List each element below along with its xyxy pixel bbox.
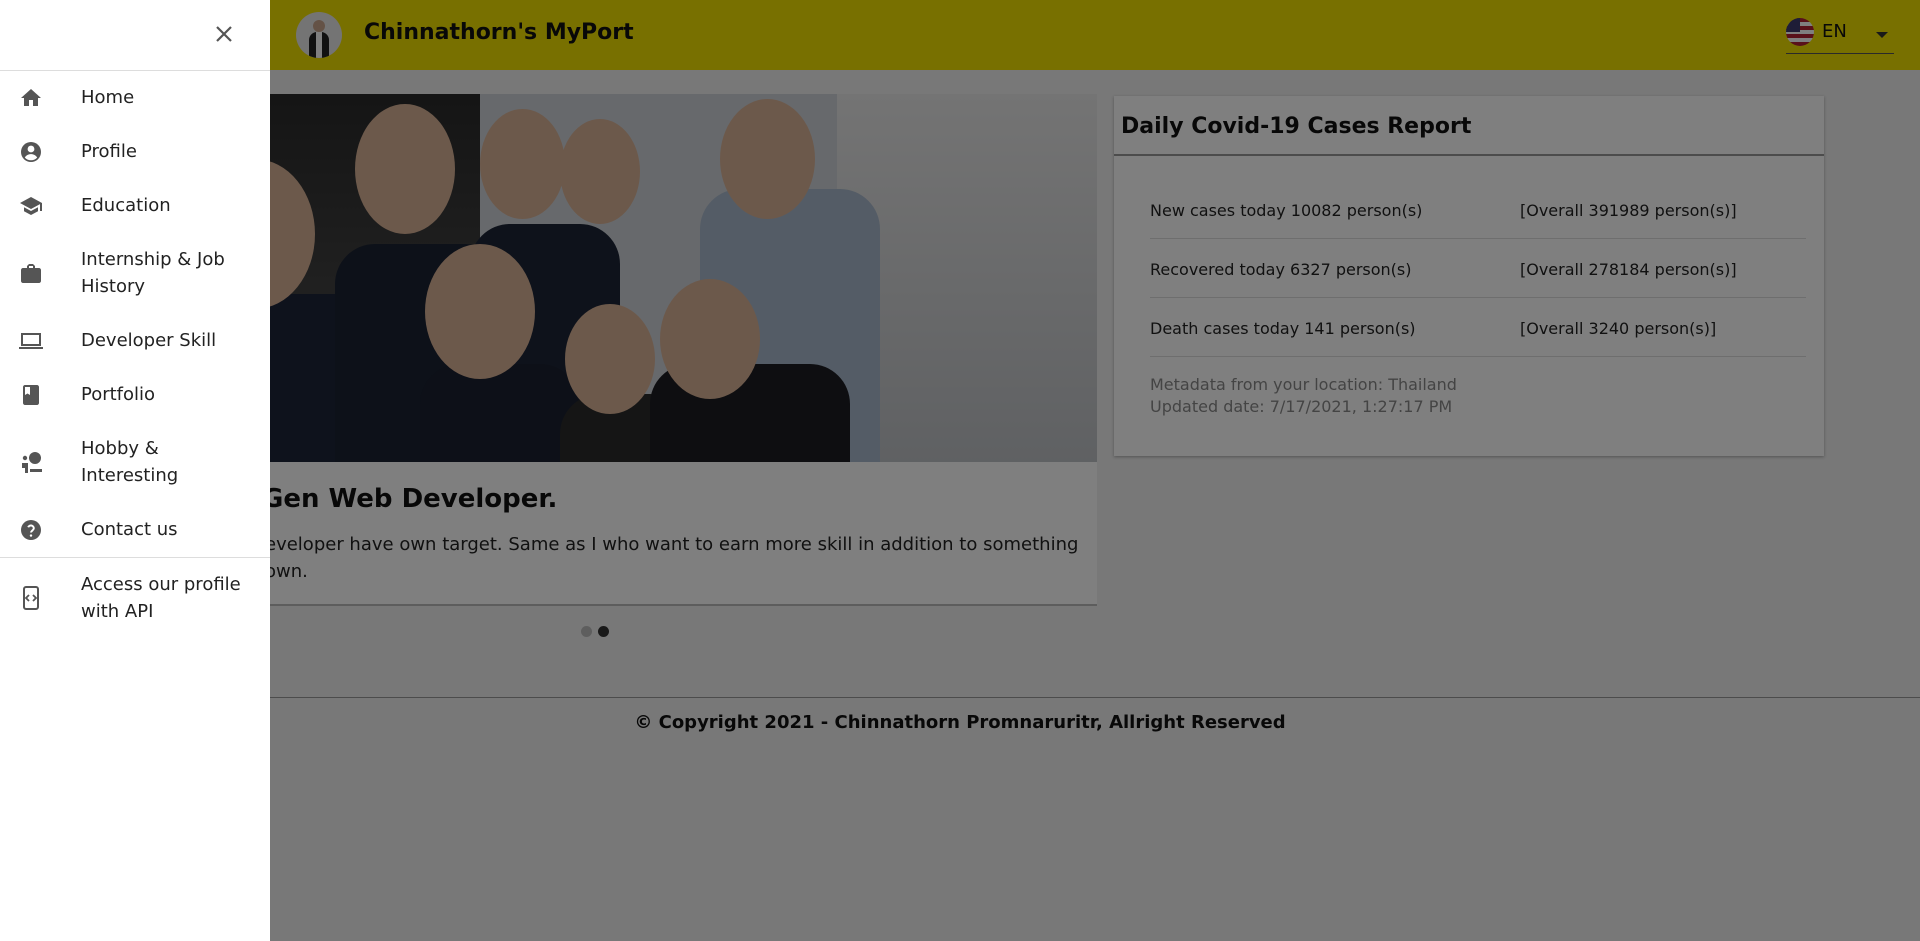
nav-item-home[interactable]: Home [0, 84, 270, 111]
divider [0, 70, 270, 71]
help-circle-icon [17, 516, 45, 544]
nav-item-label: Home [81, 87, 135, 108]
account-circle-icon [17, 138, 45, 166]
nav-item-profile[interactable]: Profile [0, 138, 270, 165]
nav-item-label: Hobby & Interesting [81, 438, 179, 486]
close-drawer-button[interactable] [206, 16, 242, 52]
drawer-backdrop[interactable] [0, 0, 1920, 941]
nav-drawer: Home Profile Education Internship & Job … [0, 0, 270, 941]
nav-item-label: Portfolio [81, 384, 156, 405]
nav-item-label: Internship & Job History [81, 249, 225, 297]
laptop-icon [17, 327, 45, 355]
close-icon [216, 26, 232, 42]
nav-item-label: Profile [81, 141, 137, 162]
school-icon [17, 192, 45, 220]
nav-item-contact[interactable]: Contact us [0, 516, 270, 543]
hobby-icon [17, 448, 45, 476]
briefcase-icon [17, 259, 45, 287]
nav-item-label: Developer Skill [81, 330, 217, 351]
book-icon [17, 381, 45, 409]
nav-item-internship[interactable]: Internship & Job History [0, 246, 270, 300]
api-icon [17, 584, 45, 612]
nav-item-portfolio[interactable]: Portfolio [0, 381, 270, 408]
nav-item-api[interactable]: Access our profile with API [0, 571, 270, 625]
nav-item-developer-skill[interactable]: Developer Skill [0, 327, 270, 354]
nav-item-label: Education [81, 195, 171, 216]
divider [0, 557, 270, 558]
nav-item-hobby[interactable]: Hobby & Interesting [0, 435, 270, 489]
nav-item-label: Contact us [81, 519, 178, 540]
home-icon [17, 84, 45, 112]
nav-item-education[interactable]: Education [0, 192, 270, 219]
nav-item-label: Access our profile with API [81, 574, 241, 622]
